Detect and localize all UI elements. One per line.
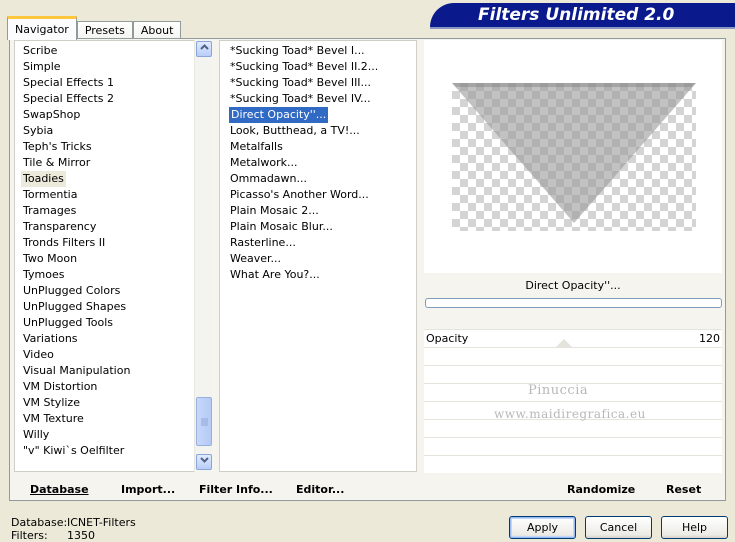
filter-item[interactable]: Weaver...: [230, 251, 281, 267]
slider-empty: [424, 347, 722, 365]
filter-item[interactable]: *Sucking Toad* Bevel II.2...: [230, 59, 378, 75]
chevron-up-icon: [199, 43, 209, 53]
category-item[interactable]: Special Effects 2: [23, 91, 114, 107]
category-item[interactable]: Willy: [23, 427, 49, 443]
slider-empty: [424, 365, 722, 383]
slider-empty: [424, 419, 722, 437]
filter-info-button[interactable]: Filter Info...: [199, 482, 273, 498]
category-item[interactable]: UnPlugged Tools: [23, 315, 113, 331]
status-label: Filters:: [11, 529, 48, 542]
category-item[interactable]: Transparency: [23, 219, 96, 235]
filter-item[interactable]: Look, Butthead, a TV!...: [230, 123, 360, 139]
scroll-up-button[interactable]: [196, 41, 212, 57]
filter-list[interactable]: *Sucking Toad* Bevel I... *Sucking Toad* …: [219, 40, 417, 472]
category-item[interactable]: Variations: [23, 331, 78, 347]
category-item[interactable]: Tile & Mirror: [23, 155, 90, 171]
progress-bar: [425, 298, 722, 308]
filter-item[interactable]: What Are You?...: [230, 267, 320, 283]
category-item[interactable]: Visual Manipulation: [23, 363, 130, 379]
reset-button[interactable]: Reset: [666, 482, 701, 498]
category-item[interactable]: Special Effects 1: [23, 75, 114, 91]
chevron-down-icon: [199, 456, 209, 466]
randomize-button[interactable]: Randomize: [567, 482, 635, 498]
grip-icon: [201, 418, 208, 426]
filter-item[interactable]: Direct Opacity''...: [227, 106, 330, 124]
category-list[interactable]: Scribe Simple Special Effects 1 Special Eff…: [14, 40, 212, 472]
category-item[interactable]: Tormentia: [23, 187, 77, 203]
category-item[interactable]: Sybia: [23, 123, 53, 139]
status-label: Database:: [11, 516, 68, 529]
category-scrollbar[interactable]: [194, 40, 212, 472]
scroll-down-button[interactable]: [196, 454, 212, 470]
app-title: Filters Unlimited 2.0: [478, 5, 675, 25]
category-item[interactable]: Teph's Tricks: [23, 139, 92, 155]
slider-empty: [424, 455, 722, 473]
category-item[interactable]: VM Distortion: [23, 379, 97, 395]
watermark-url: www.maidiregrafica.eu: [494, 407, 646, 421]
slider-opacity[interactable]: Opacity 120: [424, 329, 722, 348]
tab-bar: Navigator Presets About: [7, 13, 182, 40]
filter-item[interactable]: *Sucking Toad* Bevel IV...: [230, 91, 371, 107]
filter-item[interactable]: Plain Mosaic 2...: [230, 203, 319, 219]
banner-underline: [430, 27, 735, 29]
filter-item[interactable]: Metalwork...: [230, 155, 297, 171]
status-filters: Filters: 1350: [11, 529, 95, 542]
filter-item[interactable]: Picasso's Another Word...: [230, 187, 369, 203]
slider-value: 120: [699, 332, 720, 345]
category-item[interactable]: Video: [23, 347, 54, 363]
filter-item[interactable]: *Sucking Toad* Bevel III...: [230, 75, 371, 91]
category-item[interactable]: UnPlugged Shapes: [23, 299, 126, 315]
editor-button[interactable]: Editor...: [296, 482, 344, 498]
status-value: 1350: [67, 529, 95, 542]
status-database: Database:ICNET-Filters: [11, 516, 136, 529]
import-button[interactable]: Import...: [121, 482, 175, 498]
status-value: ICNET-Filters: [67, 516, 136, 529]
category-item[interactable]: "v" Kiwi`s Oelfilter: [23, 443, 124, 459]
slider-label: Opacity: [426, 332, 469, 345]
category-item[interactable]: Tramages: [23, 203, 76, 219]
database-button[interactable]: Database: [30, 482, 89, 498]
preview-triangle: [452, 83, 696, 223]
category-item[interactable]: Tymoes: [23, 267, 64, 283]
category-item[interactable]: VM Texture: [23, 411, 84, 427]
category-item[interactable]: SwapShop: [23, 107, 80, 123]
category-item[interactable]: VM Stylize: [23, 395, 80, 411]
filter-item[interactable]: *Sucking Toad* Bevel I...: [230, 43, 365, 59]
category-item[interactable]: UnPlugged Colors: [23, 283, 120, 299]
current-filter-name: Direct Opacity''...: [525, 279, 621, 292]
filter-item[interactable]: Plain Mosaic Blur...: [230, 219, 333, 235]
category-item[interactable]: Scribe: [23, 43, 57, 59]
filter-item[interactable]: Rasterline...: [230, 235, 296, 251]
tab-navigator[interactable]: Navigator: [7, 16, 77, 40]
category-item[interactable]: Tronds Filters II: [23, 235, 105, 251]
scroll-thumb[interactable]: [196, 397, 212, 446]
category-item[interactable]: Simple: [23, 59, 61, 75]
category-item[interactable]: Toadies: [21, 171, 66, 187]
category-item[interactable]: Two Moon: [23, 251, 77, 267]
filter-item[interactable]: Metalfalls: [230, 139, 283, 155]
parameter-sliders: Opacity 120: [424, 329, 722, 473]
slider-empty: [424, 437, 722, 455]
apply-button[interactable]: Apply: [509, 516, 576, 539]
filter-item[interactable]: Ommadawn...: [230, 171, 307, 187]
watermark-name: Pinuccia: [528, 383, 589, 398]
help-button[interactable]: Help: [661, 516, 728, 539]
cancel-button[interactable]: Cancel: [585, 516, 652, 539]
